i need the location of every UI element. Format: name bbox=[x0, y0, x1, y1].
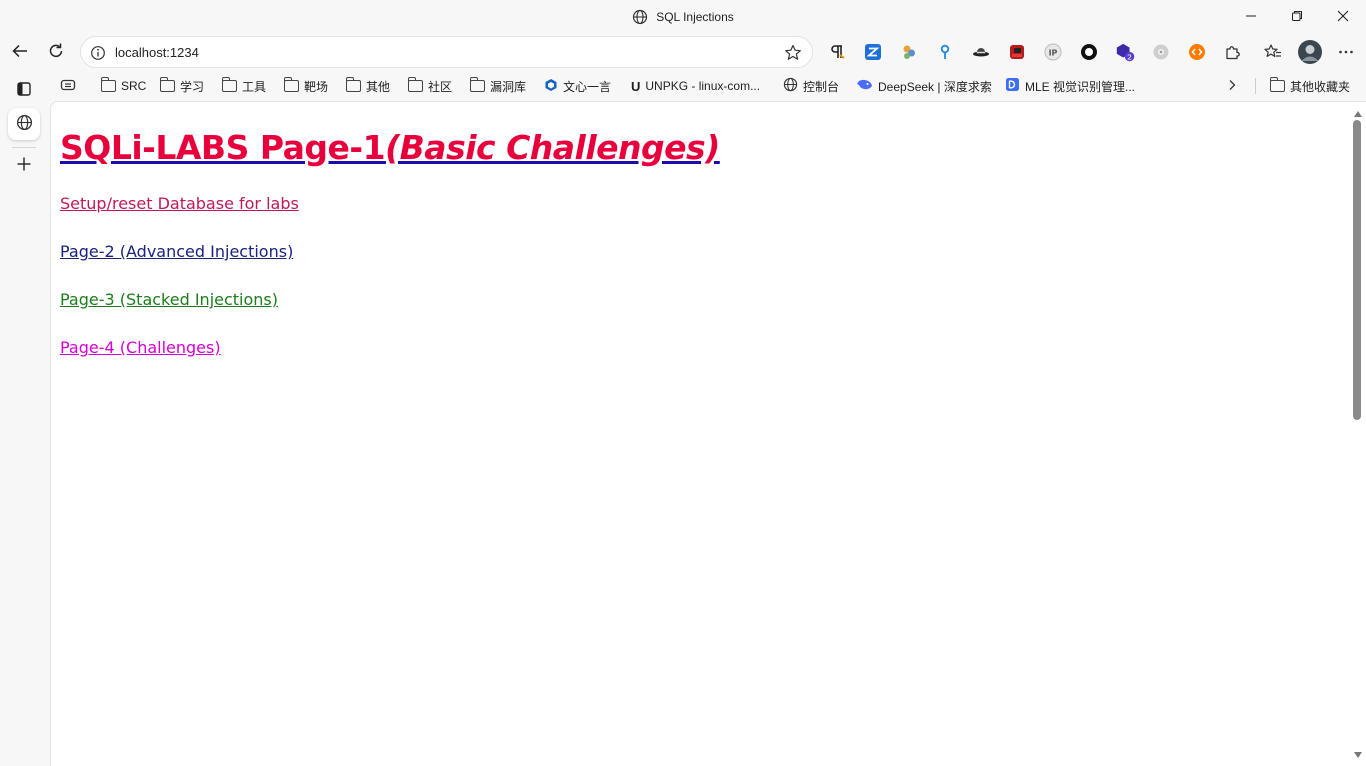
page-3-link[interactable]: Page-3 (Stacked Injections) bbox=[60, 290, 278, 309]
scroll-up-arrow-icon[interactable] bbox=[1354, 106, 1362, 120]
page-2-link[interactable]: Page-2 (Advanced Injections) bbox=[60, 242, 293, 261]
bookmark-label: UNPKG - linux-com... bbox=[645, 79, 761, 93]
favorite-star-icon[interactable] bbox=[783, 43, 803, 66]
bookmark-label: 漏洞库 bbox=[490, 79, 527, 94]
bookmark-label: 社区 bbox=[428, 79, 453, 94]
unpkg-icon: U bbox=[631, 78, 641, 94]
folder-icon bbox=[1269, 77, 1285, 92]
hexagon-badge-extension-icon[interactable]: 2 bbox=[1115, 42, 1135, 62]
bookmark-mle[interactable]: MLE 视觉识别管理... bbox=[1005, 77, 1135, 95]
bookmarks-divider bbox=[1255, 78, 1256, 94]
folder-icon bbox=[345, 77, 361, 92]
browser-toolbar: localhost:1234 IP 2 bbox=[0, 34, 1366, 70]
bookmark-label: 其他 bbox=[366, 79, 391, 94]
vertical-tab-rail bbox=[0, 72, 50, 766]
bookmark-deepseek[interactable]: DeepSeek | 深度求索 bbox=[856, 77, 992, 95]
globe-icon bbox=[16, 114, 33, 134]
address-bar[interactable]: localhost:1234 bbox=[80, 36, 813, 68]
bookmark-label: 文心一言 bbox=[563, 79, 612, 94]
paragraph-extension-icon[interactable] bbox=[827, 42, 847, 62]
bookmark-other-favorites[interactable]: 其他收藏夹 bbox=[1269, 77, 1351, 95]
folder-icon bbox=[283, 77, 299, 92]
bookmarks-bar: SRC 学习 工具 靶场 其他 社区 漏洞库 文心一言 U UNPKG - li… bbox=[0, 72, 1366, 100]
new-tab-button[interactable] bbox=[8, 149, 40, 181]
bookmark-label: 工具 bbox=[242, 79, 267, 94]
bookmark-unpkg[interactable]: U UNPKG - linux-com... bbox=[631, 77, 760, 95]
bookmark-label: SRC bbox=[121, 79, 147, 93]
minimize-button[interactable] bbox=[1228, 0, 1274, 32]
scroll-down-arrow-icon[interactable] bbox=[1354, 747, 1362, 761]
svg-text:2: 2 bbox=[1127, 52, 1132, 61]
globe-icon bbox=[783, 77, 798, 95]
globe-icon bbox=[632, 9, 648, 28]
mle-icon bbox=[1005, 77, 1020, 95]
bookmark-reading[interactable] bbox=[60, 77, 76, 95]
page-4-link[interactable]: Page-4 (Challenges) bbox=[60, 338, 221, 357]
bookmark-label: 控制台 bbox=[803, 79, 840, 94]
setup-database-link[interactable]: Setup/reset Database for labs bbox=[60, 194, 299, 213]
hat-extension-icon[interactable] bbox=[971, 42, 991, 62]
window-title: SQL Injections bbox=[656, 10, 734, 24]
refresh-icon bbox=[47, 42, 65, 63]
deepseek-icon bbox=[856, 78, 873, 95]
url-text[interactable]: localhost:1234 bbox=[115, 45, 199, 60]
zotero-extension-icon[interactable] bbox=[863, 42, 883, 62]
page-heading-main: SQLi-LABS Page-1 bbox=[60, 128, 386, 167]
page-heading[interactable]: SQLi-LABS Page-1(Basic Challenges) bbox=[60, 128, 720, 167]
wenxin-icon bbox=[544, 78, 558, 95]
bookmark-label: 靶场 bbox=[304, 79, 329, 94]
red-box-extension-icon[interactable] bbox=[1007, 42, 1027, 62]
tab-actions-icon bbox=[16, 81, 32, 100]
folder-icon bbox=[100, 77, 116, 92]
puzzle-color-extension-icon[interactable] bbox=[899, 42, 919, 62]
page-heading-sub: (Basic Challenges) bbox=[385, 128, 720, 167]
bookmark-label: 学习 bbox=[180, 79, 205, 94]
window-title-area: SQL Injections bbox=[0, 9, 1366, 28]
bookmark-label: MLE 视觉识别管理... bbox=[1025, 79, 1136, 94]
favorites-icon[interactable] bbox=[1263, 42, 1283, 62]
bookmark-label: 其他收藏夹 bbox=[1290, 79, 1351, 94]
refresh-button[interactable] bbox=[42, 38, 70, 66]
reading-icon bbox=[60, 77, 76, 96]
bookmark-folder-src[interactable]: SRC bbox=[100, 77, 147, 95]
gray-gear-extension-icon[interactable] bbox=[1151, 42, 1171, 62]
vertical-tab-active[interactable] bbox=[8, 108, 40, 140]
bookmark-folder-vulndb[interactable]: 漏洞库 bbox=[469, 77, 527, 95]
bookmark-folder-study[interactable]: 学习 bbox=[159, 77, 205, 95]
bookmark-folder-community[interactable]: 社区 bbox=[407, 77, 453, 95]
ring-extension-icon[interactable] bbox=[1079, 42, 1099, 62]
back-arrow-icon bbox=[11, 42, 29, 63]
bookmark-folder-range[interactable]: 靶场 bbox=[283, 77, 329, 95]
pin-extension-icon[interactable] bbox=[935, 42, 955, 62]
orange-code-extension-icon[interactable] bbox=[1187, 42, 1207, 62]
back-button[interactable] bbox=[6, 38, 34, 66]
bookmarks-overflow-button[interactable] bbox=[1226, 77, 1238, 95]
folder-icon bbox=[221, 77, 237, 92]
folder-icon bbox=[469, 77, 485, 92]
restore-button[interactable] bbox=[1274, 0, 1320, 32]
site-info-icon[interactable] bbox=[90, 45, 106, 64]
bookmark-wenxin[interactable]: 文心一言 bbox=[544, 77, 611, 95]
folder-icon bbox=[159, 77, 175, 92]
scrollbar-thumb[interactable] bbox=[1353, 120, 1361, 420]
folder-icon bbox=[407, 77, 423, 92]
extensions-puzzle-icon[interactable] bbox=[1223, 42, 1243, 62]
profile-avatar[interactable] bbox=[1298, 40, 1322, 64]
bookmark-label: DeepSeek | 深度求索 bbox=[878, 79, 992, 94]
bookmark-folder-other[interactable]: 其他 bbox=[345, 77, 391, 95]
ip-extension-icon[interactable]: IP bbox=[1043, 42, 1063, 62]
chevron-right-icon bbox=[1226, 79, 1238, 94]
more-menu-icon[interactable] bbox=[1336, 42, 1356, 62]
plus-icon bbox=[16, 156, 32, 175]
svg-text:IP: IP bbox=[1049, 49, 1058, 58]
tab-actions-button[interactable] bbox=[8, 74, 40, 106]
bookmark-console[interactable]: 控制台 bbox=[783, 77, 839, 95]
close-button[interactable] bbox=[1320, 0, 1366, 32]
title-bar: SQL Injections bbox=[0, 0, 1366, 34]
rail-divider bbox=[12, 147, 36, 148]
bookmark-folder-tools[interactable]: 工具 bbox=[221, 77, 267, 95]
vertical-scrollbar[interactable] bbox=[1350, 102, 1366, 766]
page-viewport: SQLi-LABS Page-1(Basic Challenges) Setup… bbox=[50, 101, 1366, 766]
